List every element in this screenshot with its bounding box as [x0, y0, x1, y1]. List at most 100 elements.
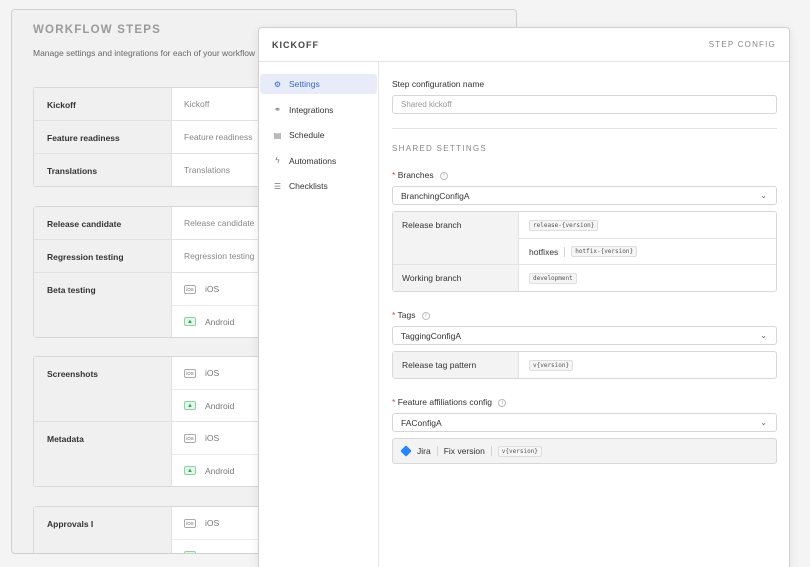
- android-icon: ▲: [184, 551, 196, 553]
- info-icon[interactable]: i: [439, 171, 448, 180]
- jira-label: Jira: [417, 446, 431, 456]
- branches-select[interactable]: BranchingConfigA ⌄: [392, 186, 777, 205]
- step-cell-label: Kickoff: [184, 99, 210, 109]
- table-row: Working branch development: [393, 264, 776, 291]
- step-name: Release candidate: [34, 207, 172, 239]
- step-config-label: STEP CONFIG: [708, 40, 776, 49]
- hotfixes-value: hotfixes hotfix-{version}: [519, 238, 776, 264]
- gear-icon: ⚙: [273, 79, 282, 89]
- android-icon: ▲: [184, 401, 196, 410]
- step-cell-label: Android: [205, 465, 235, 476]
- step-name: Kickoff: [34, 88, 172, 120]
- release-branch-label: Release branch: [393, 212, 519, 264]
- branches-label: * Branches i: [392, 170, 777, 180]
- step-name: Beta testing: [34, 273, 172, 337]
- fix-version-label: Fix version: [443, 446, 485, 456]
- branches-table: Release branch release-{version} hotfixe…: [392, 211, 777, 292]
- ios-icon: iOS: [184, 284, 196, 294]
- page-subtitle: Manage settings and integrations for eac…: [33, 48, 256, 58]
- step-cell-label: Release candidate: [184, 218, 255, 228]
- feature-affiliations-label: * Feature affiliations config i: [392, 397, 777, 407]
- table-row: Release branch release-{version} hotfixe…: [393, 212, 776, 264]
- step-cell-label: iOS: [205, 433, 220, 443]
- feature-affiliations-select[interactable]: FAConfigA ⌄: [392, 413, 777, 432]
- required-marker: *: [392, 310, 396, 320]
- step-name: Regression testing: [34, 240, 172, 272]
- modal-sidebar: ⚙ Settings ⚭ Integrations ▤ Schedule ϟ A…: [259, 62, 379, 567]
- checklist-icon: ☰: [273, 181, 282, 191]
- release-tag-code: v{version}: [529, 359, 574, 371]
- info-icon[interactable]: i: [498, 398, 507, 407]
- chevron-down-icon: ⌄: [760, 418, 767, 427]
- table-row: Release tag pattern v{version}: [393, 352, 776, 378]
- settings-form: Step configuration name Shared kickoff S…: [392, 62, 777, 464]
- step-name: Metadata: [34, 422, 172, 486]
- separator: [436, 446, 438, 456]
- nav-item-automations[interactable]: ϟ Automations: [260, 151, 377, 171]
- step-cell-label: iOS: [205, 368, 220, 378]
- branches-selected: BranchingConfigA: [401, 190, 470, 201]
- config-name-label: Step configuration name: [392, 79, 485, 89]
- divider: [392, 128, 777, 129]
- release-tag-pattern-value: v{version}: [519, 352, 776, 378]
- release-branch-value: release-{version}: [519, 212, 776, 238]
- ios-icon: iOS: [184, 368, 196, 378]
- modal-header: KICKOFF STEP CONFIG: [259, 28, 789, 62]
- nav-item-label: Automations: [289, 155, 337, 166]
- feature-affiliations-selected: FAConfigA: [401, 417, 442, 428]
- separator: [490, 446, 492, 456]
- working-branch-code: development: [529, 272, 577, 284]
- step-cell-label: Regression testing: [184, 251, 255, 261]
- nav-item-checklists[interactable]: ☰ Checklists: [260, 176, 377, 196]
- lightning-icon: ϟ: [275, 156, 280, 165]
- chevron-down-icon: ⌄: [760, 331, 767, 340]
- tags-select[interactable]: TaggingConfigA ⌄: [392, 326, 777, 345]
- step-name: Translations: [34, 154, 172, 186]
- nav-item-label: Checklists: [289, 181, 328, 191]
- nav-item-label: Integrations: [289, 104, 334, 115]
- jira-icon: [400, 445, 412, 457]
- separator: [564, 246, 566, 257]
- step-cell-label: Android: [205, 400, 235, 411]
- step-cell-label: Feature readiness: [184, 132, 253, 142]
- ios-icon: iOS: [184, 433, 196, 443]
- fix-version-code: v{version}: [497, 445, 542, 457]
- step-cell-label: Android: [205, 551, 234, 554]
- jira-row: Jira Fix version v{version}: [392, 438, 777, 464]
- nav-item-label: Settings: [289, 79, 320, 89]
- step-name: Feature readiness: [34, 121, 172, 153]
- chevron-down-icon: ⌄: [760, 191, 767, 200]
- hotfix-branch-code: hotfix-{version}: [571, 246, 638, 257]
- tags-table: Release tag pattern v{version}: [392, 351, 777, 379]
- working-branch-label: Working branch: [393, 265, 519, 291]
- step-cell-label: iOS: [205, 518, 220, 528]
- hotfixes-label: hotfixes: [529, 246, 559, 257]
- working-branch-value: development: [519, 265, 776, 291]
- step-name: Screenshots: [34, 357, 172, 421]
- step-name: Approvals I: [34, 507, 172, 553]
- nav-item-label: Schedule: [289, 130, 325, 140]
- step-cell-label: iOS: [205, 284, 220, 294]
- modal-title: KICKOFF: [272, 39, 319, 50]
- release-tag-pattern-label: Release tag pattern: [393, 352, 519, 378]
- android-icon: ▲: [184, 466, 196, 475]
- shared-settings-heading: SHARED SETTINGS: [392, 144, 488, 153]
- step-cell-label: Translations: [184, 165, 230, 175]
- nav-item-integrations[interactable]: ⚭ Integrations: [260, 100, 377, 120]
- nav-item-settings[interactable]: ⚙ Settings: [260, 74, 377, 94]
- required-marker: *: [392, 397, 396, 407]
- calendar-icon: ▤: [273, 130, 282, 140]
- tags-selected: TaggingConfigA: [401, 330, 462, 341]
- android-icon: ▲: [184, 317, 196, 326]
- step-config-modal: KICKOFF STEP CONFIG ⚙ Settings ⚭ Integra…: [258, 27, 790, 567]
- info-icon[interactable]: i: [421, 311, 430, 320]
- step-cell-label: Android: [205, 316, 235, 327]
- page-title: WORKFLOW STEPS: [33, 24, 161, 36]
- config-name-input[interactable]: Shared kickoff: [392, 95, 777, 114]
- ios-icon: iOS: [184, 518, 196, 528]
- required-marker: *: [392, 170, 396, 180]
- config-name-placeholder: Shared kickoff: [401, 100, 452, 109]
- tags-label: * Tags i: [392, 310, 777, 320]
- release-branch-code: release-{version}: [529, 219, 599, 231]
- nav-item-schedule[interactable]: ▤ Schedule: [260, 125, 377, 145]
